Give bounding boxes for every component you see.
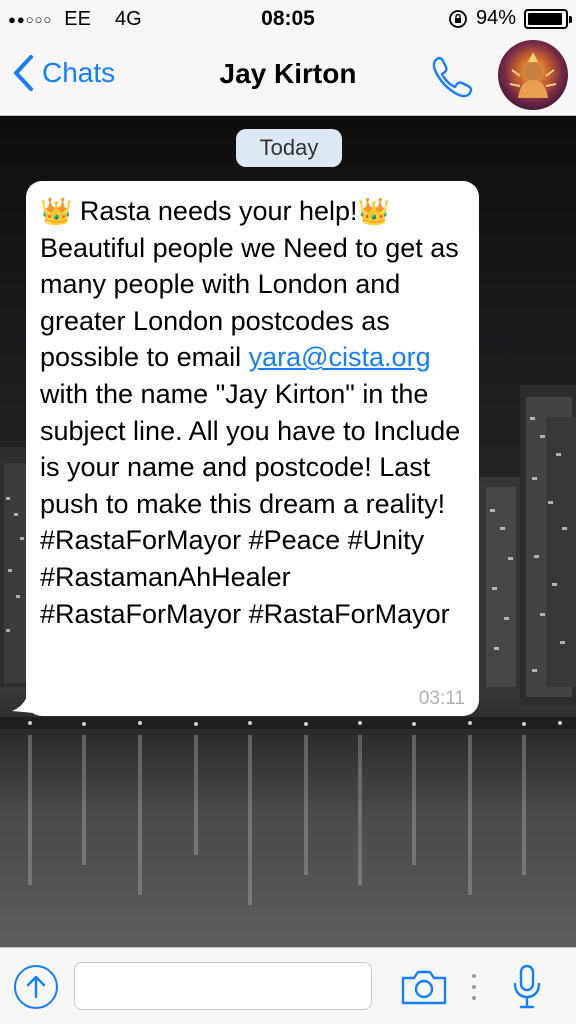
message-headline: Rasta needs your help! (72, 196, 358, 226)
battery-level (528, 12, 562, 25)
phone-icon[interactable] (428, 52, 478, 102)
input-bar (0, 947, 576, 1024)
date-chip: Today (236, 129, 342, 167)
battery-tip (569, 15, 572, 23)
message-text: 👑 Rasta needs your help!👑 Beautiful peop… (40, 193, 465, 632)
crown-emoji-icon: 👑 (40, 196, 73, 226)
upload-button[interactable] (14, 965, 58, 1009)
battery-percent: 94% (475, 7, 516, 29)
battery-icon (524, 8, 572, 29)
nav-bar: Chats Jay Kirton (0, 38, 576, 116)
status-right: 94% (448, 7, 572, 30)
status-bar: ●●○○○ EE 4G 08:05 94% (0, 0, 576, 38)
message-body-end: with the name "Jay Kirton" in the subjec… (40, 378, 461, 629)
message-timestamp: 03:11 (418, 688, 465, 709)
avatar-image (509, 52, 557, 98)
upload-icon (26, 975, 46, 999)
back-button[interactable]: Chats (12, 54, 115, 92)
chevron-left-icon (14, 55, 33, 91)
contact-avatar[interactable] (498, 40, 568, 110)
camera-icon[interactable] (400, 968, 448, 1006)
email-link[interactable]: yara@cista.org (249, 342, 431, 372)
orientation-lock-icon (449, 9, 467, 28)
divider-dots (472, 974, 476, 1000)
chat-area[interactable]: Today 👑 Rasta needs your help!👑 Beautifu… (0, 117, 576, 947)
message-bubble[interactable]: 👑 Rasta needs your help!👑 Beautiful peop… (26, 181, 479, 716)
crown-emoji-icon: 👑 (357, 196, 390, 226)
back-button-label: Chats (42, 57, 116, 88)
microphone-icon[interactable] (512, 964, 542, 1010)
message-input[interactable] (74, 962, 372, 1010)
